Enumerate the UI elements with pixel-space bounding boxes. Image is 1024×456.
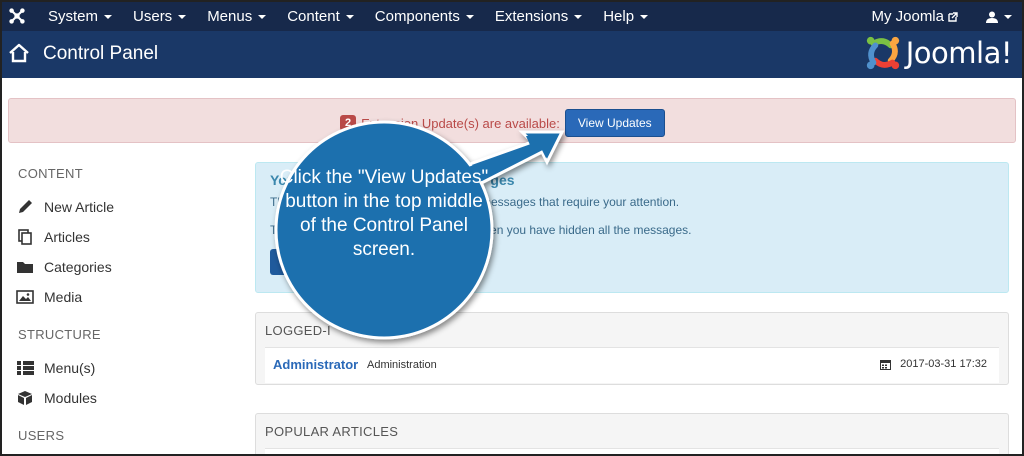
menu-label: Users: [133, 8, 173, 25]
sidebar-heading-content: CONTENT: [18, 166, 83, 181]
menu-label: Components: [374, 8, 460, 25]
messages-line-1-end: messages that require your attention.: [481, 195, 680, 209]
popular-articles-panel: POPULAR ARTICLES: [255, 413, 1009, 454]
user-name-link[interactable]: Administrator: [273, 357, 358, 372]
chevron-down-icon: [1004, 14, 1012, 19]
sidebar: CONTENT New Article Articles Categories: [2, 152, 242, 452]
update-count-badge: 2: [340, 115, 357, 131]
calendar-icon: [880, 359, 892, 370]
sidebar-heading-structure: STRUCTURE: [18, 327, 101, 342]
login-date: 2017-03-31 17:32: [880, 358, 987, 370]
sidebar-item-menus[interactable]: Menu(s): [16, 357, 95, 379]
menu-components[interactable]: Components: [363, 2, 483, 31]
menu-help[interactable]: Help: [591, 2, 657, 31]
alert-message: Extension Update(s) are available:: [361, 115, 560, 131]
chevron-down-icon: [465, 14, 474, 19]
sidebar-item-modules[interactable]: Modules: [16, 387, 97, 409]
sidebar-item-label: Modules: [44, 390, 97, 406]
alert-content: 2 Extension Update(s) are available: Vie…: [340, 109, 665, 137]
navbar-right: My Joomla: [871, 2, 1012, 31]
chevron-down-icon: [258, 14, 267, 19]
panel-title: LOGGED-I: [265, 323, 331, 338]
page-title: Control Panel: [43, 43, 159, 64]
menu-extensions[interactable]: Extensions: [483, 2, 591, 31]
image-icon: [16, 290, 34, 304]
menu-menus[interactable]: Menus: [195, 2, 275, 31]
menu-users[interactable]: Users: [121, 2, 195, 31]
brand-text: Joomla!: [905, 36, 1013, 70]
sidebar-item-categories[interactable]: Categories: [16, 256, 112, 278]
sidebar-item-label: Categories: [44, 259, 112, 275]
panel-title: POPULAR ARTICLES: [265, 424, 399, 439]
menu-label: Content: [287, 8, 340, 25]
pencil-icon: [19, 200, 32, 213]
my-joomla-label: My Joomla: [871, 8, 944, 25]
chevron-down-icon: [574, 14, 583, 19]
cube-icon: [18, 391, 32, 405]
user-icon: [986, 11, 998, 23]
sidebar-item-label: Articles: [44, 229, 90, 245]
messages-line-2-end: en you have hidden all the messages.: [490, 223, 692, 237]
home-icon: [9, 43, 29, 63]
table-row: [265, 448, 999, 454]
app-window: System Users Menus Content Components Ex…: [2, 2, 1022, 454]
folder-icon: [17, 262, 33, 273]
menu-label: Help: [603, 8, 635, 25]
joomla-logo-icon[interactable]: [8, 7, 26, 25]
sidebar-item-media[interactable]: Media: [16, 286, 82, 308]
copy-icon: [18, 229, 32, 245]
chevron-down-icon: [345, 14, 354, 19]
logged-in-users-panel: LOGGED-I Administrator Administration 20…: [255, 312, 1009, 385]
sidebar-item-label: Menu(s): [44, 360, 96, 376]
sidebar-item-label: New Article: [44, 199, 115, 215]
page-header: Control Panel Joomla!: [2, 31, 1022, 78]
top-navbar: System Users Menus Content Components Ex…: [2, 2, 1022, 31]
menu-label: System: [48, 8, 99, 25]
menu-label: Extensions: [494, 8, 569, 25]
update-alert: 2 Extension Update(s) are available: Vie…: [8, 98, 1016, 143]
callout-text: Click the "View Updates" button in the t…: [279, 167, 489, 260]
joomla-brand-logo-icon: [866, 36, 899, 70]
view-updates-button[interactable]: View Updates: [564, 109, 665, 137]
list-icon: [17, 361, 34, 375]
my-joomla-link[interactable]: My Joomla: [871, 8, 958, 25]
sidebar-item-new-article[interactable]: New Article: [16, 196, 114, 218]
chevron-down-icon: [104, 14, 113, 19]
menu-content[interactable]: Content: [275, 2, 363, 31]
sidebar-item-label: Media: [44, 289, 83, 305]
login-date-text: 2017-03-31 17:32: [900, 358, 987, 370]
menu-system[interactable]: System: [36, 2, 121, 31]
chevron-down-icon: [178, 14, 187, 19]
user-menu[interactable]: [986, 11, 1012, 23]
chevron-down-icon: [640, 14, 649, 19]
main-menu: System Users Menus Content Components Ex…: [36, 2, 657, 31]
messages-title-end: ges: [490, 172, 515, 188]
sidebar-heading-users: USERS: [18, 428, 65, 443]
user-area: Administration: [367, 359, 437, 371]
sidebar-item-articles[interactable]: Articles: [16, 226, 90, 248]
joomla-brand: Joomla!: [864, 34, 1013, 72]
menu-label: Menus: [207, 8, 253, 25]
external-link-icon: [948, 11, 958, 22]
table-row: Administrator Administration 2017-03-31 …: [265, 347, 999, 383]
